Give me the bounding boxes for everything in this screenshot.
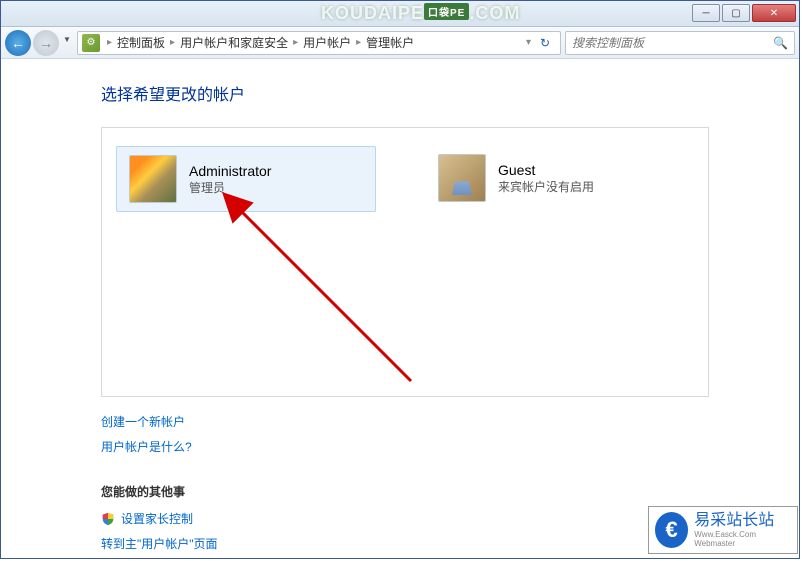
breadcrumb-arrow: ▸	[104, 37, 115, 48]
search-input[interactable]	[572, 36, 773, 50]
window: ─ ▢ ✕ KOUDAIPE口袋PE.COM ← → ▼ ⚙ ▸ 控制面板 ▸ …	[0, 0, 800, 559]
account-guest[interactable]: Guest 来宾帐户没有启用	[426, 146, 686, 210]
titlebar: ─ ▢ ✕	[1, 1, 799, 27]
account-info: Guest 来宾帐户没有启用	[498, 162, 594, 195]
accounts-container: Administrator 管理员 Guest 来宾帐户没有启用	[101, 127, 709, 397]
navbar: ← → ▼ ⚙ ▸ 控制面板 ▸ 用户帐户和家庭安全 ▸ 用户帐户 ▸ 管理帐户…	[1, 27, 799, 59]
nav-arrows: ← → ▼	[5, 30, 73, 56]
minimize-button[interactable]: ─	[692, 4, 720, 22]
goto-main-link[interactable]: 转到主"用户帐户"页面	[101, 535, 709, 552]
breadcrumb-dropdown[interactable]: ▾	[523, 37, 534, 48]
close-button[interactable]: ✕	[752, 4, 796, 22]
watermark-logo-sub: Www.Easck.Com Webmaster	[694, 530, 791, 548]
breadcrumb-seg-0[interactable]: 控制面板	[115, 34, 167, 51]
page-heading: 选择希望更改的帐户	[101, 81, 709, 105]
parental-control-link[interactable]: 设置家长控制	[101, 510, 709, 527]
forward-button: →	[33, 30, 59, 56]
watermark-logo-text: 易采站长站	[694, 512, 791, 530]
account-name: Guest	[498, 162, 594, 178]
back-button[interactable]: ←	[5, 30, 31, 56]
account-name: Administrator	[189, 163, 271, 179]
account-sub: 管理员	[189, 179, 271, 196]
refresh-button[interactable]: ↻	[534, 36, 556, 50]
account-sub: 来宾帐户没有启用	[498, 178, 594, 195]
control-panel-icon: ⚙	[82, 34, 100, 52]
breadcrumb-seg-2[interactable]: 用户帐户	[301, 34, 353, 51]
watermark-logo-icon: €	[655, 512, 688, 548]
other-section: 您能做的其他事 设置家长控制 转到主"用户帐户"页面	[101, 483, 709, 552]
breadcrumb[interactable]: ⚙ ▸ 控制面板 ▸ 用户帐户和家庭安全 ▸ 用户帐户 ▸ 管理帐户 ▾ ↻	[77, 31, 561, 55]
account-administrator[interactable]: Administrator 管理员	[116, 146, 376, 212]
breadcrumb-arrow: ▸	[290, 37, 301, 48]
nav-history-dropdown[interactable]: ▼	[61, 30, 73, 50]
account-info: Administrator 管理员	[189, 163, 271, 196]
shield-icon	[101, 512, 115, 526]
breadcrumb-arrow: ▸	[353, 37, 364, 48]
avatar-admin-icon	[129, 155, 177, 203]
breadcrumb-seg-1[interactable]: 用户帐户和家庭安全	[178, 34, 290, 51]
other-heading: 您能做的其他事	[101, 483, 709, 500]
link-list: 创建一个新帐户 用户帐户是什么?	[101, 413, 709, 455]
content-area: 选择希望更改的帐户 Administrator 管理员 Guest 来宾帐户没有…	[1, 59, 799, 580]
window-controls: ─ ▢ ✕	[692, 4, 796, 22]
maximize-button[interactable]: ▢	[722, 4, 750, 22]
whatis-account-link[interactable]: 用户帐户是什么?	[101, 438, 709, 455]
parental-label: 设置家长控制	[121, 510, 193, 527]
breadcrumb-seg-3[interactable]: 管理帐户	[364, 34, 416, 51]
search-icon[interactable]: 🔍	[773, 36, 788, 50]
avatar-guest-icon	[438, 154, 486, 202]
breadcrumb-arrow: ▸	[167, 37, 178, 48]
search-box[interactable]: 🔍	[565, 31, 795, 55]
create-account-link[interactable]: 创建一个新帐户	[101, 413, 709, 430]
watermark-logo: € 易采站长站 Www.Easck.Com Webmaster	[648, 506, 798, 554]
